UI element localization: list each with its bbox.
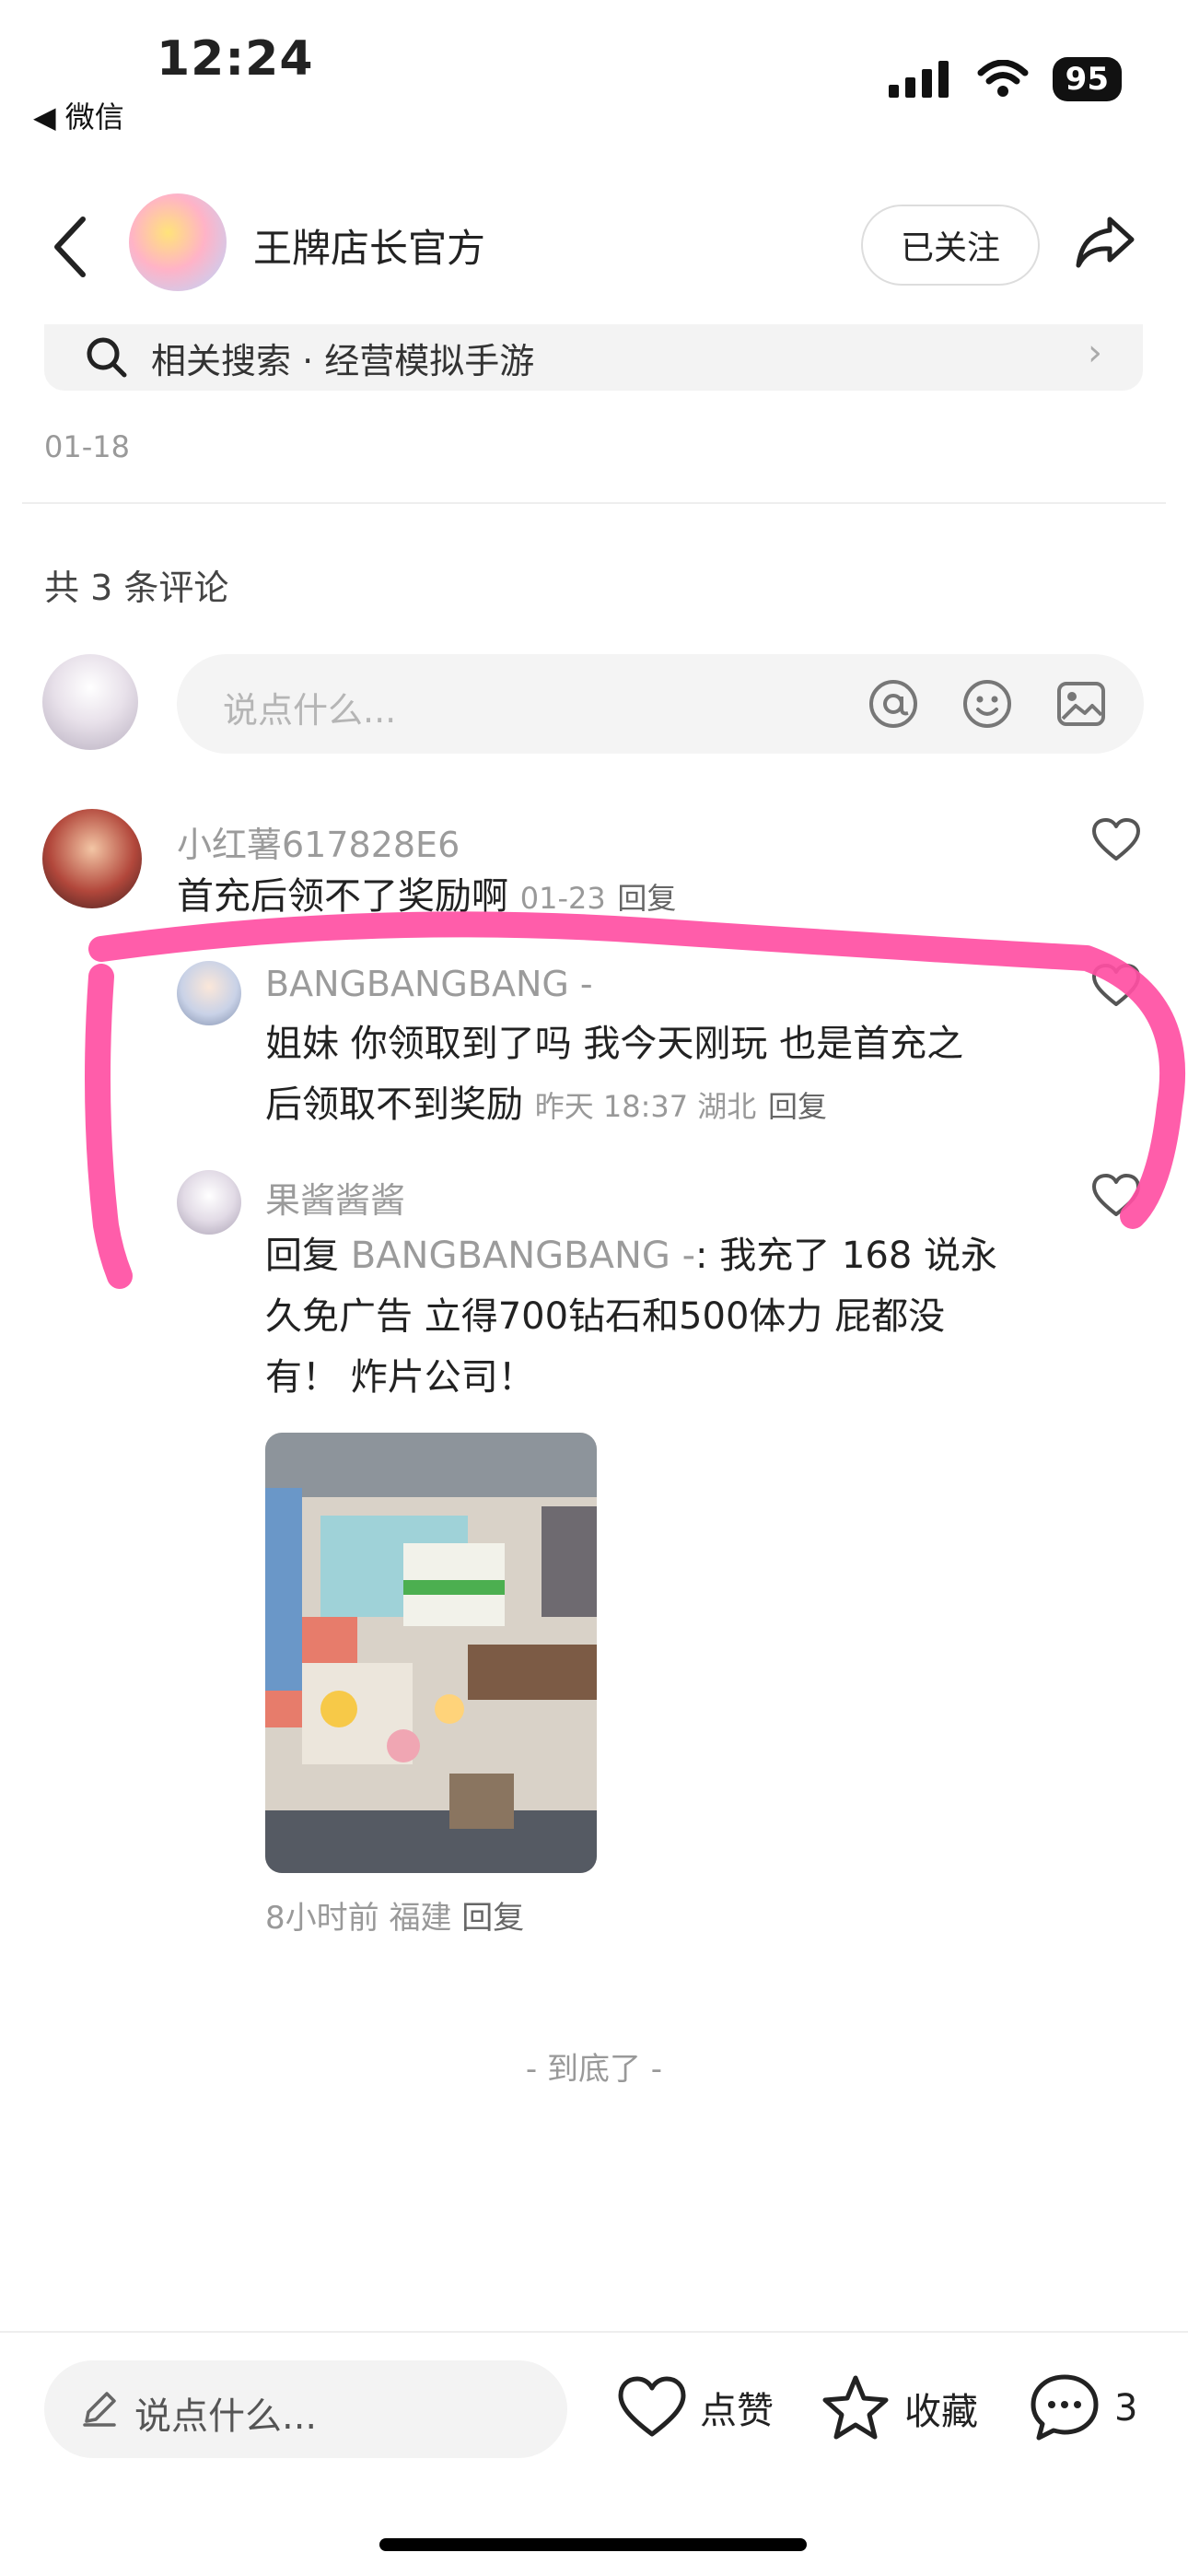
reply-avatar[interactable] [177, 961, 241, 1025]
mention-icon[interactable] [868, 678, 919, 730]
related-search-bar[interactable]: 相关搜索 · 经营模拟手游 › [44, 324, 1143, 391]
pencil-icon [83, 2392, 116, 2427]
reply-avatar[interactable] [177, 1170, 241, 1235]
account-avatar[interactable] [129, 193, 227, 291]
bottom-divider [0, 2331, 1188, 2333]
like-heart-icon[interactable] [1090, 814, 1142, 866]
comment-count: 共 3 条评论 [44, 568, 229, 608]
reply-meta: 8小时前 福建 [265, 1900, 452, 1937]
reply-body-line2-text: 后领取不到奖励 [265, 1083, 523, 1126]
back-to-wechat-link[interactable]: ◀ 微信 [33, 94, 124, 136]
comment-body: 首充后领不了奖励啊 [177, 875, 508, 918]
bottom-input-placeholder: 说点什么... [134, 2395, 318, 2438]
reply-button[interactable]: 回复 [461, 1900, 524, 1937]
comment-count-badge: 3 [1114, 2387, 1138, 2430]
reply-text: 姐妹 你领取到了吗 我今天刚玩 也是首充之 后领取不到奖励 昨天 18:37 湖… [265, 1013, 1076, 1137]
share-icon[interactable] [1073, 210, 1137, 275]
heart-icon [618, 2376, 686, 2437]
back-arrow-icon[interactable] [44, 210, 99, 284]
like-heart-icon[interactable] [1090, 1170, 1142, 1222]
reply-meta: 昨天 18:37 湖北 [534, 1089, 757, 1124]
end-of-list-label: - 到底了 - [525, 2051, 663, 2088]
follow-button[interactable]: 已关注 [861, 205, 1040, 286]
reply-button[interactable]: 回复 [617, 881, 676, 916]
reply-text: 回复 BANGBANGBANG -: 我充了 168 说永 久免广告 立得700… [265, 1225, 1076, 1408]
cellular-signal-icon [888, 61, 949, 98]
reply-meta-line: 8小时前 福建 回复 [265, 1892, 524, 1938]
comment-text: 首充后领不了奖励啊 01-23 回复 [177, 866, 676, 929]
reply-body-line1-rest: : 我充了 168 说永 [695, 1235, 998, 1277]
search-icon [87, 337, 127, 378]
related-search-label: 相关搜索 · 经营模拟手游 [151, 340, 535, 381]
comment-input-placeholder: 说点什么... [223, 690, 397, 731]
attached-game-screenshot[interactable] [265, 1433, 597, 1873]
reply-body-line2: 后领取不到奖励 昨天 18:37 湖北 回复 [265, 1074, 1076, 1137]
reply-body-line2: 久免广告 立得700钻石和500体力 屁都没 [265, 1295, 946, 1338]
home-indicator[interactable] [379, 2538, 807, 2551]
reply-body-line1: 姐妹 你领取到了吗 我今天刚玩 也是首充之 [265, 1023, 964, 1065]
star-icon [822, 2375, 889, 2440]
wifi-icon [977, 60, 1029, 97]
comment-bubble-icon [1031, 2374, 1099, 2441]
reply-target-name[interactable]: BANGBANGBANG - [351, 1235, 695, 1277]
reply-user-name[interactable]: BANGBANGBANG - [265, 964, 593, 1004]
reply-prefix: 回复 [265, 1235, 351, 1277]
account-name[interactable]: 王牌店长官方 [253, 217, 485, 274]
like-label: 点赞 [700, 2390, 774, 2432]
post-date: 01-18 [44, 429, 130, 464]
reply-user-name[interactable]: 果酱酱酱 [265, 1172, 405, 1223]
reply-button[interactable]: 回复 [768, 1089, 827, 1124]
reply-body-line3: 有！ 炸片公司！ [265, 1356, 535, 1399]
collect-button[interactable]: 收藏 [820, 2373, 978, 2443]
comments-button[interactable]: 3 [1028, 2371, 1137, 2445]
commenter-avatar[interactable] [42, 809, 142, 908]
status-time: 12:24 [157, 31, 314, 87]
emoji-icon[interactable] [961, 678, 1013, 730]
image-icon[interactable] [1055, 678, 1107, 730]
my-avatar [42, 654, 138, 750]
collect-label: 收藏 [904, 2391, 978, 2433]
bottom-comment-input[interactable]: 说点什么... [44, 2360, 567, 2458]
comment-date: 01-23 [519, 881, 606, 916]
game-screenshot-image [265, 1433, 597, 1873]
chevron-right-icon: › [1088, 332, 1102, 374]
like-heart-icon[interactable] [1090, 960, 1142, 1012]
divider [22, 502, 1166, 504]
comment-input[interactable]: 说点什么... [177, 654, 1144, 754]
status-icons: 95 [888, 57, 1122, 101]
reply-body-line1: 回复 BANGBANGBANG -: 我充了 168 说永 [265, 1225, 1076, 1286]
commenter-name[interactable]: 小红薯617828E6 [177, 816, 460, 867]
like-button[interactable]: 点赞 [617, 2375, 774, 2440]
battery-indicator: 95 [1052, 57, 1122, 101]
